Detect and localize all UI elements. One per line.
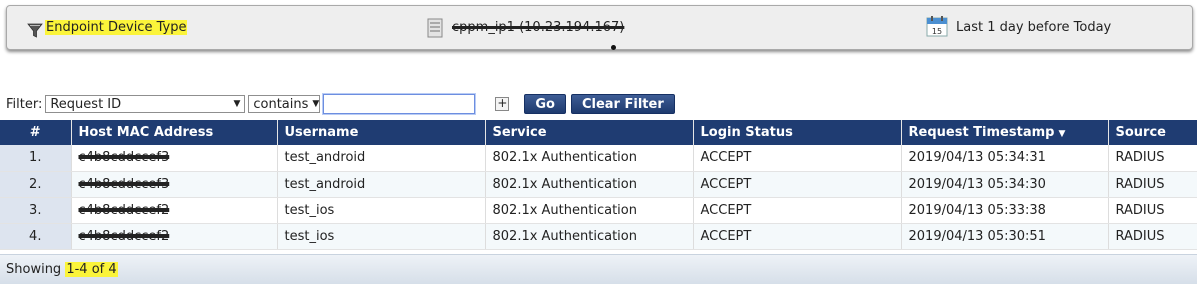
filter-label: Filter: [6, 96, 43, 112]
summary-date[interactable]: 15 Last 1 day before Today [926, 6, 1111, 49]
cell-mac: c4b8cddccef3 [71, 171, 278, 198]
cell-login-status: ACCEPT [693, 197, 902, 224]
cell-login-status: ACCEPT [693, 145, 902, 172]
column-header-service[interactable]: Service [485, 120, 694, 145]
filter-row: Filter: Request ID ▼ contains ▼ + Go Cle… [6, 93, 680, 115]
column-header-mac[interactable]: Host MAC Address [71, 120, 278, 145]
filter-value-input[interactable] [322, 93, 477, 115]
go-button[interactable]: Go [524, 94, 566, 114]
sort-desc-icon: ▼ [1058, 129, 1066, 139]
cell-username: test_android [277, 171, 486, 198]
chevron-down-icon: ▼ [233, 99, 241, 109]
cell-mac: c4b8cddccef2 [71, 223, 278, 250]
summary-bar: Endpoint Device Type cppm_ip1 (10.23.194… [6, 5, 1193, 50]
row-number: 1. [0, 145, 72, 172]
cell-service: 802.1x Authentication [485, 145, 694, 172]
cell-service: 802.1x Authentication [485, 171, 694, 198]
column-header-num[interactable]: # [0, 120, 72, 145]
showing-range: 1-4 of 4 [65, 262, 118, 277]
cell-username: test_ios [277, 197, 486, 224]
mac-value: c4b8cddccef3 [78, 150, 170, 166]
calendar-icon: 15 [926, 15, 948, 41]
column-header-timestamp[interactable]: Request Timestamp ▼ [901, 120, 1109, 145]
mac-value: c4b8cddccef2 [78, 228, 170, 244]
summary-filter[interactable]: Endpoint Device Type [45, 6, 188, 49]
row-number: 4. [0, 223, 72, 250]
cell-service: 802.1x Authentication [485, 223, 694, 250]
cell-service: 802.1x Authentication [485, 197, 694, 224]
cell-mac: c4b8cddccef2 [71, 197, 278, 224]
filter-field-select[interactable]: Request ID ▼ [45, 95, 246, 113]
table-header-row: # Host MAC Address Username Service Logi… [0, 120, 1197, 145]
summary-filter-label: Endpoint Device Type [45, 20, 188, 35]
chevron-down-icon: ▼ [312, 99, 320, 109]
server-icon [427, 18, 443, 38]
table-row[interactable]: 1. c4b8cddccef3 test_android 802.1x Auth… [0, 145, 1197, 172]
cell-username: test_android [277, 145, 486, 172]
results-table: # Host MAC Address Username Service Logi… [0, 120, 1197, 250]
cell-timestamp: 2019/04/13 05:34:31 [901, 145, 1109, 172]
row-number: 2. [0, 171, 72, 198]
cell-timestamp: 2019/04/13 05:30:51 [901, 223, 1109, 250]
cell-mac: c4b8cddccef3 [71, 145, 278, 172]
clear-filter-button[interactable]: Clear Filter [570, 94, 675, 114]
cell-timestamp: 2019/04/13 05:34:30 [901, 171, 1109, 198]
column-header-source[interactable]: Source [1108, 120, 1197, 145]
summary-server[interactable]: cppm_ip1 (10.23.194.167) [427, 6, 624, 49]
pagination-footer: Showing 1-4 of 4 [0, 254, 1197, 284]
summary-date-label: Last 1 day before Today [956, 20, 1112, 35]
column-header-timestamp-label: Request Timestamp [908, 125, 1055, 140]
add-filter-button[interactable]: + [495, 97, 510, 111]
table-row[interactable]: 4. c4b8cddccef2 test_ios 802.1x Authenti… [0, 223, 1197, 250]
filter-operator-select[interactable]: contains ▼ [248, 95, 321, 113]
separator-dot [611, 45, 616, 50]
cell-source: RADIUS [1108, 223, 1197, 250]
cell-login-status: ACCEPT [693, 171, 902, 198]
calendar-day: 15 [932, 27, 942, 36]
cell-username: test_ios [277, 223, 486, 250]
cell-source: RADIUS [1108, 145, 1197, 172]
filter-field-value: Request ID [50, 96, 122, 112]
column-header-username[interactable]: Username [277, 120, 486, 145]
summary-server-label: cppm_ip1 (10.23.194.167) [452, 20, 625, 35]
showing-label: Showing [6, 262, 62, 277]
table-row[interactable]: 2. c4b8cddccef3 test_android 802.1x Auth… [0, 171, 1197, 198]
column-header-login-status[interactable]: Login Status [693, 120, 902, 145]
filter-funnel-icon [27, 23, 43, 43]
mac-value: c4b8cddccef2 [78, 202, 170, 218]
filter-operator-value: contains [253, 96, 309, 112]
cell-source: RADIUS [1108, 197, 1197, 224]
cell-source: RADIUS [1108, 171, 1197, 198]
row-number: 3. [0, 197, 72, 224]
cell-login-status: ACCEPT [693, 223, 902, 250]
cell-timestamp: 2019/04/13 05:33:38 [901, 197, 1109, 224]
table-row[interactable]: 3. c4b8cddccef2 test_ios 802.1x Authenti… [0, 197, 1197, 224]
mac-value: c4b8cddccef3 [78, 176, 170, 192]
